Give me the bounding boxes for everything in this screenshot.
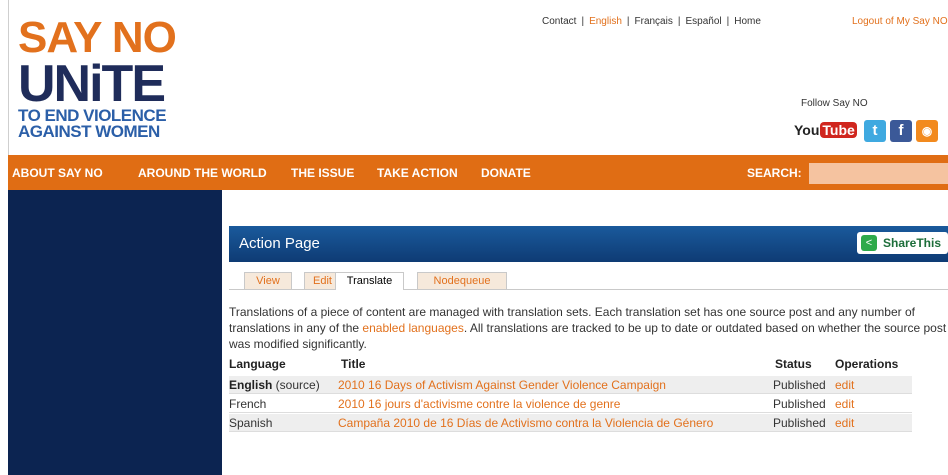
language-name: English: [229, 378, 273, 392]
main-nav: ABOUT SAY NO AROUND THE WORLD THE ISSUE …: [8, 155, 948, 190]
status-text: Published: [773, 378, 826, 392]
enabled-languages-link[interactable]: enabled languages: [362, 321, 463, 335]
home-link[interactable]: Home: [734, 16, 761, 27]
nav-the-issue[interactable]: THE ISSUE: [291, 166, 354, 180]
nav-around-the-world[interactable]: AROUND THE WORLD: [138, 166, 267, 180]
youtube-icon[interactable]: You Tube: [794, 122, 857, 142]
logout-link[interactable]: Logout of My Say NO: [852, 16, 948, 27]
rss-icon[interactable]: ◉: [916, 120, 938, 142]
status-text: Published: [773, 397, 826, 411]
logo-say-no: SAY NO: [18, 13, 177, 62]
page-title: Action Page: [239, 235, 320, 252]
logo-unite: UNiTE: [18, 55, 166, 113]
edit-link[interactable]: edit: [835, 397, 854, 411]
follow-label: Follow Say NO: [801, 98, 868, 109]
search-input[interactable]: [809, 163, 948, 184]
language-cell: Spanish: [229, 416, 273, 430]
separator: |: [677, 16, 681, 27]
tab-view[interactable]: View: [244, 272, 292, 289]
youtube-tube-text: Tube: [820, 122, 857, 138]
left-sidebar: [8, 190, 222, 475]
title-link[interactable]: 2010 16 Days of Activism Against Gender …: [338, 378, 666, 392]
header-status[interactable]: Status: [775, 357, 812, 371]
header-operations: Operations: [835, 357, 899, 371]
contact-link[interactable]: Contact: [542, 16, 576, 27]
top-links: Contact | English | Français | Español | Home: [540, 16, 763, 27]
title-link[interactable]: 2010 16 jours d'activisme contre la viol…: [338, 397, 620, 411]
separator: |: [581, 16, 585, 27]
tab-translate[interactable]: Translate: [335, 272, 404, 290]
facebook-icon[interactable]: f: [890, 120, 912, 142]
francais-link[interactable]: Français: [635, 16, 673, 27]
tab-bar: View Edit Translate Nodequeue: [229, 270, 948, 290]
twitter-icon[interactable]: t: [864, 120, 886, 142]
search-label: SEARCH:: [747, 166, 802, 180]
logo-tagline-2: AGAINST WOMEN: [18, 122, 160, 141]
share-icon: <: [861, 235, 877, 251]
english-link[interactable]: English: [589, 16, 622, 27]
site-logo[interactable]: SAY NO UNiTE TO END VIOLENCE AGAINST WOM…: [18, 13, 218, 148]
language-cell: French: [229, 397, 267, 411]
youtube-you-text: You: [794, 122, 820, 138]
sharethis-label: ShareThis: [883, 236, 942, 250]
translation-description: Translations of a piece of content are m…: [229, 304, 948, 352]
table-row: French 2010 16 jours d'activisme contre …: [229, 395, 912, 413]
separator: |: [726, 16, 730, 27]
header-language[interactable]: Language: [229, 357, 286, 371]
nav-donate[interactable]: DONATE: [481, 166, 531, 180]
title-link[interactable]: Campaña 2010 de 16 Días de Activismo con…: [338, 416, 713, 430]
tab-nodequeue[interactable]: Nodequeue: [417, 272, 507, 289]
edit-link[interactable]: edit: [835, 416, 854, 430]
language-cell: English (source): [229, 378, 320, 392]
page-title-bar: Action Page: [229, 226, 948, 262]
separator: |: [626, 16, 630, 27]
table-row: English (source) 2010 16 Days of Activis…: [229, 376, 912, 394]
header-title[interactable]: Title: [341, 357, 365, 371]
language-note: (source): [272, 378, 320, 392]
sharethis-button[interactable]: < ShareThis: [857, 232, 948, 254]
nav-about-say-no[interactable]: ABOUT SAY NO: [12, 166, 103, 180]
edit-link[interactable]: edit: [835, 378, 854, 392]
status-text: Published: [773, 416, 826, 430]
nav-take-action[interactable]: TAKE ACTION: [377, 166, 458, 180]
table-row: Spanish Campaña 2010 de 16 Días de Activ…: [229, 414, 912, 432]
espanol-link[interactable]: Español: [685, 16, 721, 27]
